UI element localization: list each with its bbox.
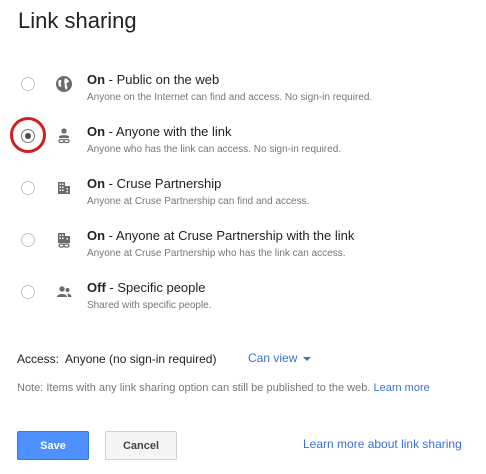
- radio-specific-people[interactable]: [21, 285, 35, 299]
- option-specific-people[interactable]: Off - Specific people Shared with specif…: [0, 268, 486, 320]
- radio-public-web[interactable]: [21, 77, 35, 91]
- publish-note: Note: Items with any link sharing option…: [17, 382, 430, 394]
- note-text: Note: Items with any link sharing option…: [17, 382, 371, 394]
- option-label: Anyone at Cruse Partnership with the lin…: [115, 228, 355, 243]
- option-anyone-with-link[interactable]: On - Anyone with the link Anyone who has…: [0, 112, 486, 164]
- option-title: On - Public on the web: [87, 72, 219, 87]
- option-separator: -: [105, 280, 118, 295]
- option-label: Public on the web: [116, 72, 220, 87]
- save-button[interactable]: Save: [17, 431, 89, 460]
- option-title: Off - Specific people: [87, 280, 206, 295]
- learn-more-link[interactable]: Learn more: [373, 382, 429, 394]
- option-separator: -: [105, 228, 116, 243]
- radio-cruse-partnership-link[interactable]: [21, 233, 35, 247]
- learn-more-link-sharing[interactable]: Learn more about link sharing: [303, 437, 462, 451]
- option-public-web[interactable]: On - Public on the web Anyone on the Int…: [0, 60, 486, 112]
- option-description: Anyone who has the link can access. No s…: [87, 144, 342, 155]
- access-value: Anyone (no sign-in required): [65, 352, 217, 366]
- dialog-title: Link sharing: [18, 8, 137, 33]
- option-description: Anyone at Cruse Partnership can find and…: [87, 196, 310, 207]
- option-state: On: [87, 72, 106, 87]
- option-cruse-partnership[interactable]: On - Cruse Partnership Anyone at Cruse P…: [0, 164, 486, 216]
- access-row: Access: Anyone (no sign-in required): [17, 352, 216, 366]
- option-description: Anyone at Cruse Partnership who has the …: [87, 248, 346, 259]
- option-separator: -: [105, 124, 116, 139]
- option-label: Cruse Partnership: [116, 176, 222, 191]
- option-separator: -: [105, 176, 117, 191]
- option-description: Anyone on the Internet can find and acce…: [87, 92, 373, 103]
- access-label: Access:: [17, 352, 60, 366]
- option-label: Anyone with the link: [115, 124, 232, 139]
- option-title: On - Anyone with the link: [87, 124, 232, 139]
- chevron-down-icon: [303, 356, 312, 361]
- permission-value: Can view: [248, 351, 298, 365]
- option-title: On - Anyone at Cruse Partnership with th…: [87, 228, 354, 243]
- radio-anyone-with-link[interactable]: [21, 129, 35, 143]
- option-description: Shared with specific people.: [87, 300, 212, 311]
- person-link-icon: [52, 124, 76, 148]
- radio-cruse-partnership[interactable]: [21, 181, 35, 195]
- option-title: On - Cruse Partnership: [87, 176, 221, 191]
- building-icon: [52, 176, 76, 200]
- option-state: On: [87, 228, 106, 243]
- option-state: On: [87, 176, 106, 191]
- option-separator: -: [105, 72, 117, 87]
- option-cruse-partnership-link[interactable]: On - Anyone at Cruse Partnership with th…: [0, 216, 486, 268]
- radio-selected-dot: [25, 133, 31, 139]
- permission-dropdown[interactable]: Can view: [248, 351, 312, 365]
- globe-icon: [52, 72, 76, 96]
- option-label: Specific people: [117, 280, 206, 295]
- building-link-icon: [52, 228, 76, 252]
- cancel-button[interactable]: Cancel: [105, 431, 177, 460]
- option-state: On: [87, 124, 106, 139]
- option-state: Off: [87, 280, 106, 295]
- people-icon: [52, 280, 76, 304]
